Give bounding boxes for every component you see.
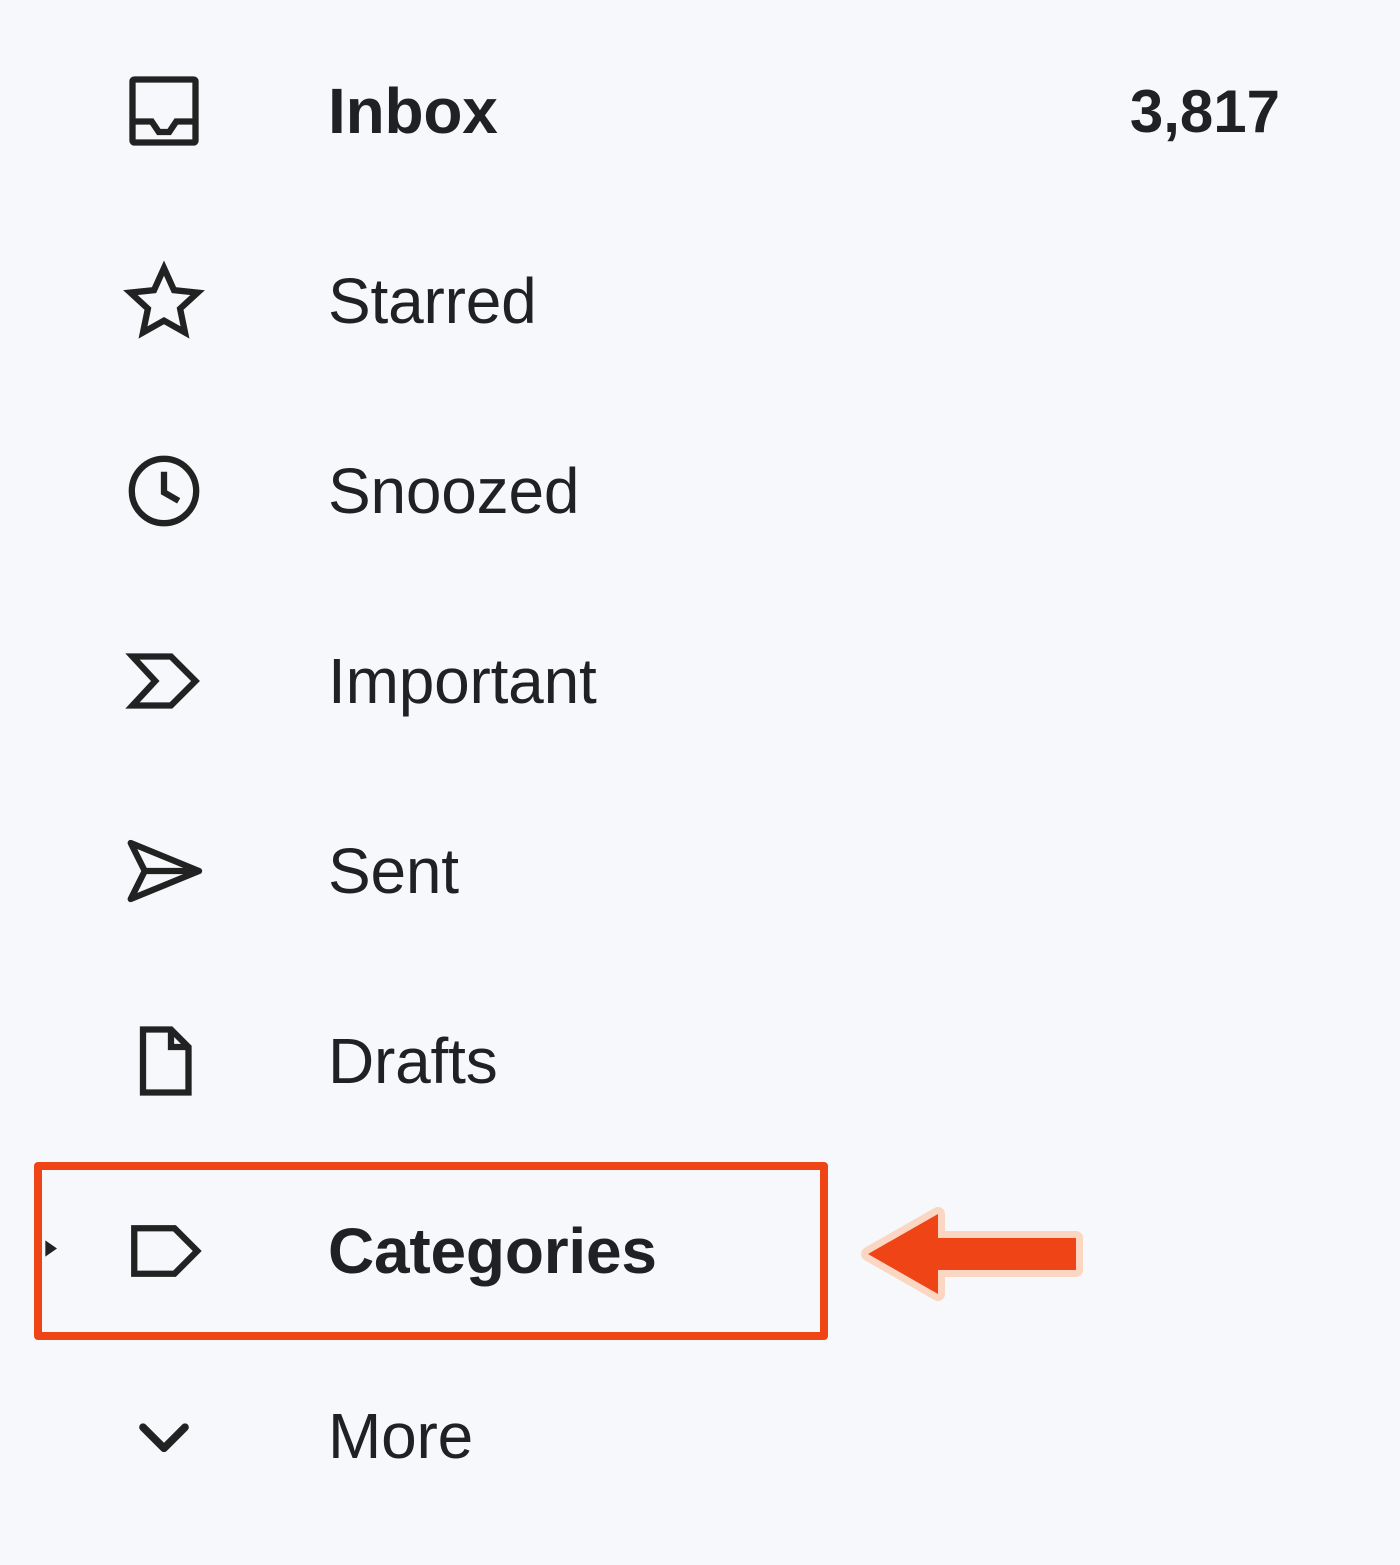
star-icon xyxy=(120,257,208,345)
important-icon xyxy=(120,637,208,725)
sidebar-item-label: Sent xyxy=(328,834,459,908)
sidebar-item-drafts[interactable]: Drafts xyxy=(0,966,1400,1156)
label-icon xyxy=(120,1207,208,1295)
sidebar-item-label: Inbox xyxy=(328,74,498,148)
inbox-icon xyxy=(120,67,208,155)
sidebar-item-label: Starred xyxy=(328,264,536,338)
sidebar-item-label: Categories xyxy=(328,1214,657,1288)
expand-caret-icon[interactable] xyxy=(36,1235,64,1268)
sidebar-item-snoozed[interactable]: Snoozed xyxy=(0,396,1400,586)
sidebar-item-categories[interactable]: Categories xyxy=(0,1156,1400,1346)
sidebar-item-label: More xyxy=(328,1399,473,1473)
clock-icon xyxy=(120,447,208,535)
sidebar-item-starred[interactable]: Starred xyxy=(0,206,1400,396)
sidebar-item-sent[interactable]: Sent xyxy=(0,776,1400,966)
sidebar-item-label: Snoozed xyxy=(328,454,579,528)
sidebar-item-more[interactable]: More xyxy=(0,1346,1400,1526)
chevron-down-icon xyxy=(120,1392,208,1480)
sidebar-item-important[interactable]: Important xyxy=(0,586,1400,776)
mail-sidebar: Inbox 3,817 Starred Snoozed Important xyxy=(0,0,1400,1526)
sidebar-item-label: Drafts xyxy=(328,1024,498,1098)
sidebar-item-count: 3,817 xyxy=(1130,77,1280,146)
send-icon xyxy=(120,827,208,915)
sidebar-item-label: Important xyxy=(328,644,597,718)
sidebar-item-inbox[interactable]: Inbox 3,817 xyxy=(0,16,1400,206)
file-icon xyxy=(120,1017,208,1105)
